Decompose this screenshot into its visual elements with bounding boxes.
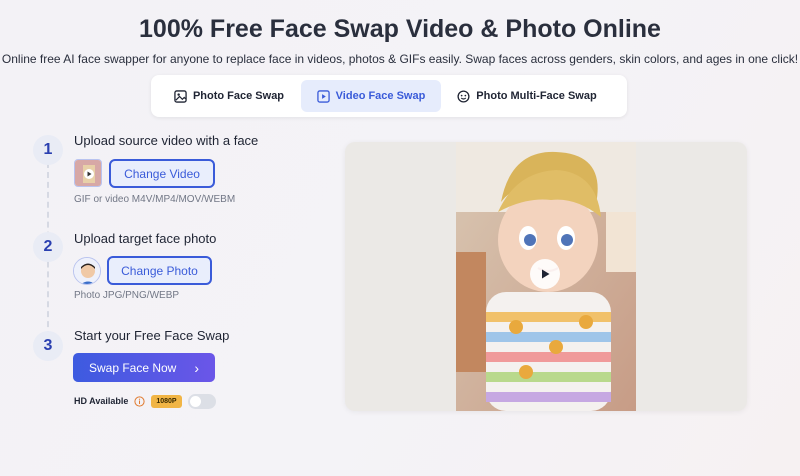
page-title: 100% Free Face Swap Video & Photo Online xyxy=(139,15,661,43)
resolution-badge: 1080P xyxy=(151,394,182,408)
video-icon xyxy=(316,89,330,103)
tab-photo-face-swap[interactable]: Photo Face Swap xyxy=(157,80,301,112)
face-thumbnail-image xyxy=(74,258,100,284)
target-face-thumbnail[interactable] xyxy=(73,257,101,285)
multi-face-icon xyxy=(457,89,470,103)
tab-label: Video Face Swap xyxy=(335,90,426,102)
change-photo-button[interactable]: Change Photo xyxy=(107,256,212,285)
page-subtitle: Online free AI face swapper for anyone t… xyxy=(1,52,799,66)
play-button[interactable] xyxy=(530,259,560,289)
hd-label: HD Available xyxy=(74,396,129,406)
mode-tabs: Photo Face Swap Video Face Swap Photo Mu… xyxy=(151,75,627,117)
play-icon xyxy=(542,269,550,279)
chevron-right-icon: › xyxy=(194,359,200,376)
info-icon[interactable] xyxy=(134,395,145,407)
hd-option: HD Available 1080P xyxy=(74,393,216,409)
tab-photo-multi-face-swap[interactable]: Photo Multi-Face Swap xyxy=(441,80,613,112)
image-icon xyxy=(174,89,187,103)
step-2-title: Upload target face photo xyxy=(74,231,217,246)
preview-video[interactable] xyxy=(456,142,636,411)
tab-label: Photo Face Swap xyxy=(192,90,285,102)
step-1-hint: GIF or video M4V/MP4/MOV/WEBM xyxy=(74,194,236,205)
swap-face-now-button[interactable]: Swap Face Now › xyxy=(73,353,215,382)
source-video-thumbnail[interactable] xyxy=(74,159,102,187)
step-1-title: Upload source video with a face xyxy=(74,133,259,148)
swap-button-label: Swap Face Now xyxy=(88,360,177,375)
step-3-number: 3 xyxy=(33,331,63,361)
tab-video-face-swap[interactable]: Video Face Swap xyxy=(301,80,441,112)
video-preview-panel xyxy=(345,142,747,411)
step-2-number: 2 xyxy=(33,232,63,262)
tab-label: Photo Multi-Face Swap xyxy=(476,90,597,102)
step-1-number: 1 xyxy=(33,135,63,165)
change-video-button[interactable]: Change Video xyxy=(109,159,215,188)
hd-toggle[interactable] xyxy=(187,393,216,409)
video-thumbnail-image xyxy=(75,160,101,186)
step-3-title: Start your Free Face Swap xyxy=(74,328,230,343)
step-2-hint: Photo JPG/PNG/WEBP xyxy=(74,290,180,301)
